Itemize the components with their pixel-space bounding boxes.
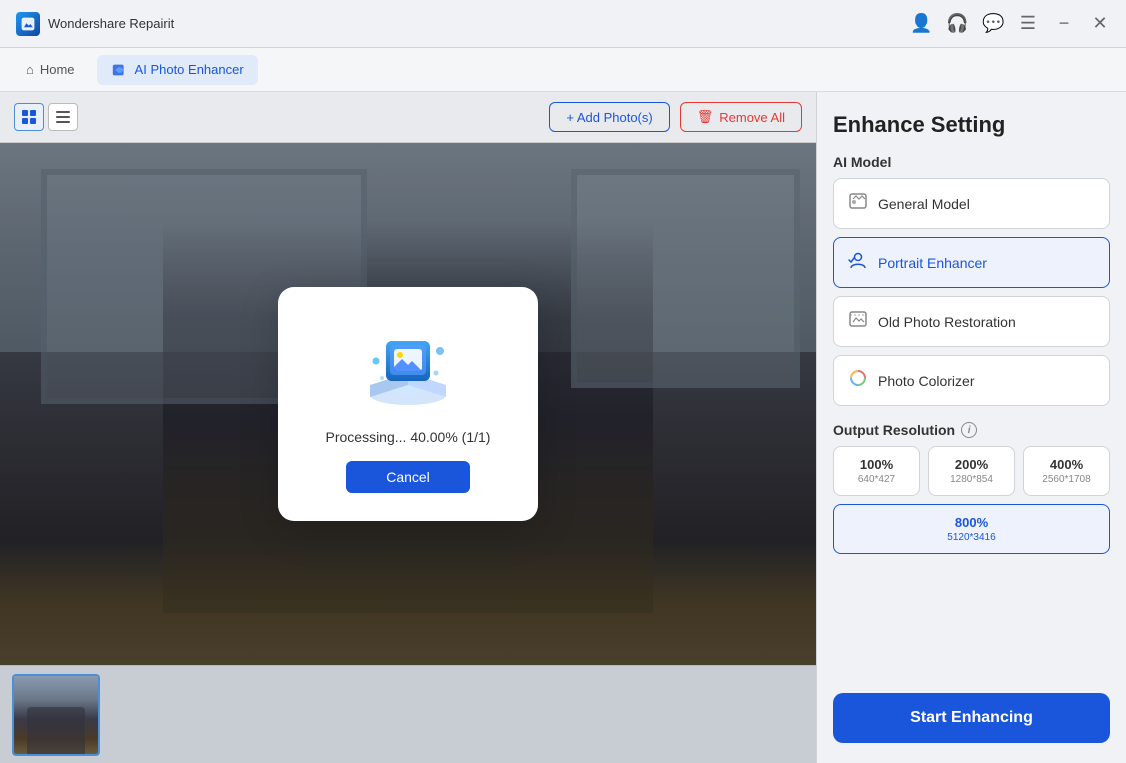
app-name: Wondershare Repairit (48, 16, 174, 31)
old-photo-model-icon (848, 309, 868, 334)
tab-home[interactable]: ⌂ Home (12, 56, 89, 83)
resolution-100-pct: 100% (860, 457, 893, 472)
model-portrait-button[interactable]: Portrait Enhancer (833, 237, 1110, 288)
old-photo-model-label: Old Photo Restoration (878, 314, 1016, 330)
resolution-400-pct: 400% (1050, 457, 1083, 472)
photo-display: Processing... 40.00% (1/1) Cancel (0, 143, 816, 665)
resolution-100-dims: 640*427 (858, 474, 895, 485)
right-panel: Enhance Setting AI Model General Model (816, 92, 1126, 763)
user-icon[interactable]: 👤 (910, 13, 930, 34)
processing-dialog: Processing... 40.00% (1/1) Cancel (278, 287, 538, 521)
grid-icon (22, 110, 36, 124)
menu-icon[interactable]: ☰ (1018, 13, 1038, 34)
resolution-section-label: Output Resolution i (833, 422, 1110, 438)
general-model-label: General Model (878, 196, 970, 212)
portrait-model-icon (848, 250, 868, 275)
tab-ai-photo-enhancer[interactable]: AI Photo Enhancer (97, 55, 258, 85)
portrait-model-label: Portrait Enhancer (878, 255, 987, 271)
resolution-400-dims: 2560*1708 (1042, 474, 1090, 485)
photo-area: + Add Photo(s) 🗑 Remove All (0, 92, 816, 763)
resolution-200-dims: 1280*854 (950, 474, 993, 485)
minimize-icon[interactable]: − (1054, 13, 1074, 34)
ai-model-section: AI Model General Model (833, 154, 1110, 406)
model-old-photo-button[interactable]: Old Photo Restoration (833, 296, 1110, 347)
toolbar-actions: + Add Photo(s) 🗑 Remove All (549, 102, 802, 132)
view-toggle (14, 103, 78, 131)
resolution-400-button[interactable]: 400% 2560*1708 (1023, 446, 1110, 496)
tab-label: AI Photo Enhancer (135, 62, 244, 77)
app-icon (16, 12, 40, 36)
list-icon (56, 110, 70, 124)
info-icon: i (961, 422, 977, 438)
main-content: + Add Photo(s) 🗑 Remove All (0, 92, 1126, 763)
resolution-100-button[interactable]: 100% 640*427 (833, 446, 920, 496)
model-list: General Model Portrait Enhancer (833, 178, 1110, 406)
cancel-button[interactable]: Cancel (346, 461, 470, 493)
colorizer-model-icon (848, 368, 868, 393)
processing-text: Processing... 40.00% (1/1) (326, 429, 491, 445)
processing-icon (358, 323, 458, 413)
chat-icon[interactable]: 💬 (982, 13, 1002, 34)
remove-all-button[interactable]: 🗑 Remove All (680, 102, 802, 132)
resolution-800-pct: 800% (955, 515, 988, 530)
model-general-button[interactable]: General Model (833, 178, 1110, 229)
title-bar-controls: 👤 🎧 💬 ☰ − ✕ (910, 13, 1110, 34)
title-bar-left: Wondershare Repairit (16, 12, 174, 36)
model-colorizer-button[interactable]: Photo Colorizer (833, 355, 1110, 406)
home-icon: ⌂ (26, 62, 34, 77)
photo-toolbar: + Add Photo(s) 🗑 Remove All (0, 92, 816, 143)
ai-model-label: AI Model (833, 154, 1110, 170)
title-bar: Wondershare Repairit 👤 🎧 💬 ☰ − ✕ (0, 0, 1126, 48)
resolution-800-button[interactable]: 800% 5120*3416 (833, 504, 1110, 554)
home-label: Home (40, 62, 75, 77)
ai-enhancer-icon (111, 61, 129, 79)
add-photos-button[interactable]: + Add Photo(s) (549, 102, 669, 132)
resolution-label-text: Output Resolution (833, 422, 955, 438)
grid-view-button[interactable] (14, 103, 44, 131)
resolution-grid: 100% 640*427 200% 1280*854 400% 2560*170… (833, 446, 1110, 496)
trash-icon: 🗑 (697, 109, 714, 125)
start-enhancing-button[interactable]: Start Enhancing (833, 693, 1110, 743)
thumbnail-item[interactable] (12, 674, 100, 756)
general-model-icon (848, 191, 868, 216)
dialog-overlay: Processing... 40.00% (1/1) Cancel (0, 143, 816, 665)
resolution-200-pct: 200% (955, 457, 988, 472)
resolution-800-dims: 5120*3416 (947, 532, 995, 543)
nav-bar: ⌂ Home AI Photo Enhancer (0, 48, 1126, 92)
headphone-icon[interactable]: 🎧 (946, 13, 966, 34)
list-view-button[interactable] (48, 103, 78, 131)
close-icon[interactable]: ✕ (1090, 13, 1110, 34)
resolution-section: Output Resolution i 100% 640*427 200% 12… (833, 422, 1110, 554)
remove-label: Remove All (719, 110, 785, 125)
thumbnail-strip (0, 665, 816, 763)
resolution-200-button[interactable]: 200% 1280*854 (928, 446, 1015, 496)
colorizer-model-label: Photo Colorizer (878, 373, 975, 389)
panel-title: Enhance Setting (833, 112, 1110, 138)
